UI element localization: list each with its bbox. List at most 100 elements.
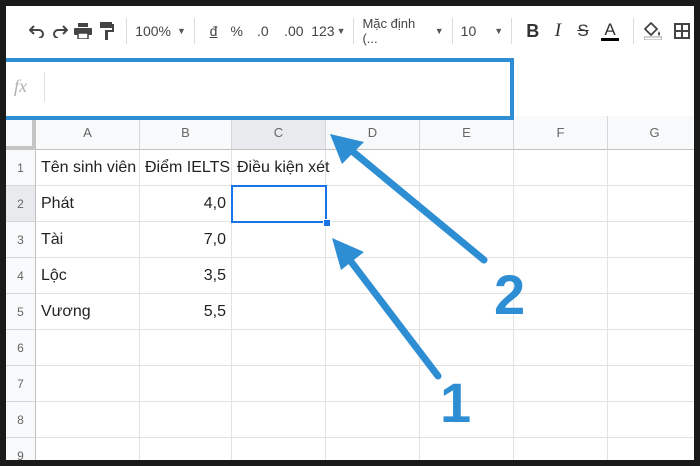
cell-b1[interactable]: Điểm IELTS [140, 150, 232, 186]
select-all-corner[interactable] [6, 116, 36, 150]
column-header-b[interactable]: B [140, 116, 232, 150]
spreadsheet-grid: A B C D E F G 1 2 3 4 5 6 7 8 9 Tên sinh… [6, 116, 694, 460]
grid-cell[interactable] [608, 402, 694, 438]
grid-cell[interactable] [608, 258, 694, 294]
grid-cell[interactable] [326, 438, 420, 460]
zoom-select[interactable]: 100% ▼ [135, 16, 186, 46]
print-icon[interactable] [72, 16, 95, 46]
row-header-7[interactable]: 7 [6, 366, 36, 402]
grid-cell[interactable] [140, 402, 232, 438]
cell-a2[interactable]: Phát [36, 186, 140, 222]
grid-cell[interactable] [514, 258, 608, 294]
row-header-9[interactable]: 9 [6, 438, 36, 460]
grid-cell[interactable] [36, 330, 140, 366]
grid-cell[interactable] [420, 150, 514, 186]
grid-cell[interactable] [326, 294, 420, 330]
row-header-6[interactable]: 6 [6, 330, 36, 366]
cell-b3[interactable]: 7,0 [140, 222, 232, 258]
row-header-3[interactable]: 3 [6, 222, 36, 258]
row-header-4[interactable]: 4 [6, 258, 36, 294]
grid-cell[interactable] [514, 438, 608, 460]
grid-cell[interactable] [232, 294, 326, 330]
column-header-a[interactable]: A [36, 116, 140, 150]
grid-cell[interactable] [326, 222, 420, 258]
grid-cell[interactable] [514, 222, 608, 258]
grid-cell[interactable] [326, 330, 420, 366]
toolbar-divider [126, 18, 128, 44]
grid-cell[interactable] [326, 402, 420, 438]
grid-cell[interactable] [140, 366, 232, 402]
grid-cell[interactable] [326, 186, 420, 222]
grid-cell[interactable] [514, 186, 608, 222]
formula-bar-highlight-box [0, 58, 514, 120]
fill-handle[interactable] [323, 219, 331, 227]
italic-button[interactable]: I [545, 16, 570, 46]
grid-cell[interactable] [608, 222, 694, 258]
row-header-8[interactable]: 8 [6, 402, 36, 438]
column-header-d[interactable]: D [326, 116, 420, 150]
grid-cell[interactable] [36, 402, 140, 438]
grid-cell[interactable] [608, 330, 694, 366]
row-header-1[interactable]: 1 [6, 150, 36, 186]
grid-cell[interactable] [232, 402, 326, 438]
redo-icon[interactable] [49, 16, 72, 46]
text-color-button[interactable]: A [596, 16, 625, 46]
grid-cell[interactable] [232, 438, 326, 460]
cell-a4[interactable]: Lộc [36, 258, 140, 294]
grid-cell[interactable] [326, 366, 420, 402]
grid-cell[interactable] [232, 366, 326, 402]
cell-c1[interactable]: Điều kiện xét [232, 150, 330, 186]
grid-cell[interactable] [420, 330, 514, 366]
grid-cell[interactable] [420, 186, 514, 222]
grid-cell[interactable] [514, 150, 608, 186]
font-family-select[interactable]: Mặc định (... ▼ [362, 16, 443, 46]
grid-cell[interactable] [232, 222, 326, 258]
borders-icon[interactable] [671, 16, 694, 46]
cell-a3[interactable]: Tài [36, 222, 140, 258]
grid-cell[interactable] [36, 366, 140, 402]
column-header-g[interactable]: G [608, 116, 694, 150]
grid-cell[interactable] [514, 330, 608, 366]
cell-a1[interactable]: Tên sinh viên [36, 150, 140, 186]
cell-a5[interactable]: Vương [36, 294, 140, 330]
paint-format-icon[interactable] [95, 16, 118, 46]
grid-cell[interactable] [514, 366, 608, 402]
grid-cell[interactable] [608, 294, 694, 330]
column-header-f[interactable]: F [514, 116, 608, 150]
column-header-e[interactable]: E [420, 116, 514, 150]
grid-cell[interactable] [608, 186, 694, 222]
grid-cell[interactable] [608, 438, 694, 460]
grid-cell[interactable] [608, 150, 694, 186]
cell-b5[interactable]: 5,5 [140, 294, 232, 330]
grid-cell[interactable] [608, 366, 694, 402]
grid-cell[interactable] [232, 258, 326, 294]
row-header-5[interactable]: 5 [6, 294, 36, 330]
cell-b2[interactable]: 4,0 [140, 186, 232, 222]
increase-decimal-button[interactable]: .00 [276, 16, 311, 46]
decrease-decimal-button[interactable]: .0 [249, 16, 276, 46]
grid-cell[interactable] [232, 330, 326, 366]
column-header-c[interactable]: C [232, 116, 326, 150]
undo-icon[interactable] [25, 16, 48, 46]
grid-cell[interactable] [140, 438, 232, 460]
grid-cell[interactable] [326, 258, 420, 294]
grid-cell[interactable] [514, 402, 608, 438]
percent-format-button[interactable]: % [224, 16, 249, 46]
fill-color-icon[interactable] [642, 16, 665, 46]
grid-cell[interactable] [36, 438, 140, 460]
grid-cell[interactable] [326, 150, 420, 186]
selected-cell-c2[interactable] [231, 185, 327, 223]
bold-button[interactable]: B [520, 16, 545, 46]
font-size-select[interactable]: 10 ▼ [461, 16, 504, 46]
currency-format-button[interactable]: đ [203, 16, 224, 46]
grid-cell[interactable] [140, 330, 232, 366]
font-family-value: Mặc định (... [362, 16, 416, 46]
strikethrough-button[interactable]: S [570, 16, 595, 46]
grid-cell[interactable] [514, 294, 608, 330]
toolbar-divider [511, 18, 513, 44]
row-header-2[interactable]: 2 [6, 186, 36, 222]
cell-b4[interactable]: 3,5 [140, 258, 232, 294]
grid-cell[interactable] [420, 438, 514, 460]
more-formats-select[interactable]: 123 ▼ [311, 16, 345, 46]
grid-cell[interactable] [420, 222, 514, 258]
